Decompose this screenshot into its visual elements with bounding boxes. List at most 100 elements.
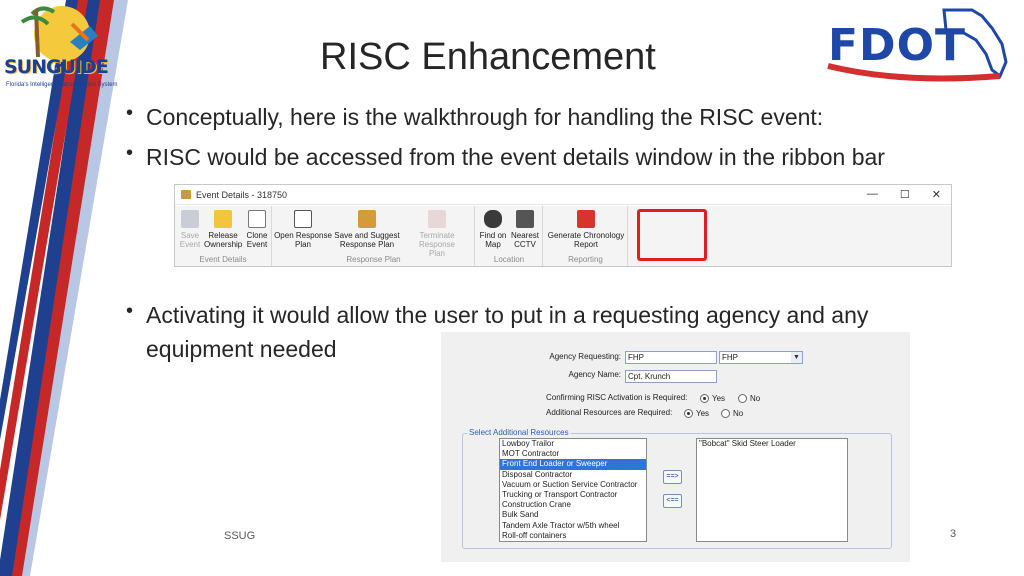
binoculars-icon <box>484 210 502 228</box>
group-label: Response Plan <box>346 255 401 264</box>
button-label: Map <box>485 240 501 249</box>
save-event-button[interactable]: Save Event <box>178 210 202 249</box>
additional-no-radio[interactable] <box>721 409 730 418</box>
list-item[interactable]: Bulk Sand <box>500 510 646 520</box>
list-item[interactable]: Roll-off containers <box>500 531 646 541</box>
list-item[interactable]: Trucking or Transport Contractor <box>500 490 646 500</box>
list-item[interactable]: Vacuum or Suction Service Contractor <box>500 480 646 490</box>
bullet-dot-icon: • <box>126 300 134 322</box>
add-resource-button[interactable]: ==> <box>663 470 682 484</box>
additional-no-label: No <box>733 409 744 418</box>
group-label: Location <box>493 255 525 264</box>
select-value: FHP <box>722 353 738 362</box>
terminate-response-plan-button[interactable]: Terminate Response Plan <box>401 210 473 258</box>
minimize-icon[interactable]: — <box>867 188 878 201</box>
agency-requesting-field[interactable]: FHP <box>625 351 717 364</box>
generate-chronology-report-button[interactable]: Generate Chronology Report <box>546 210 626 249</box>
additional-yes-radio[interactable] <box>684 409 693 418</box>
selected-resources-list[interactable]: "Bobcat" Skid Steer Loader <box>696 438 848 542</box>
list-item[interactable]: "Bobcat" Skid Steer Loader <box>697 439 847 449</box>
nearest-cctv-button[interactable]: Nearest CCTV <box>510 210 540 249</box>
list-item[interactable]: Construction Crane <box>500 500 646 510</box>
button-label: Generate Chronology <box>547 231 625 240</box>
footer-text: SSUG <box>224 530 256 542</box>
button-label: Event <box>179 240 201 249</box>
confirm-no-radio[interactable] <box>738 394 747 403</box>
bullet-text: Conceptually, here is the walkthrough fo… <box>146 104 824 130</box>
save-suggest-response-plan-button[interactable]: Save and Suggest Response Plan <box>334 210 400 249</box>
button-label: Release <box>208 231 238 240</box>
sunguide-wordmark: SUNGUIDE <box>4 56 109 78</box>
find-on-map-button[interactable]: Find on Map <box>478 210 508 249</box>
fdot-wordmark: FDOT <box>828 20 966 71</box>
button-label: Ownership <box>204 240 243 249</box>
chevron-down-icon: ▼ <box>791 352 802 363</box>
page-number: 3 <box>950 528 957 540</box>
button-label: Plan <box>294 240 311 249</box>
button-label: Nearest <box>510 231 539 240</box>
button-label: Open Response <box>274 231 332 240</box>
list-icon <box>294 210 312 228</box>
button-label: CCTV <box>514 240 536 249</box>
clone-icon <box>248 210 266 228</box>
bullet-text: RISC would be accessed from the event de… <box>146 144 885 170</box>
available-resources-list[interactable]: Lowboy Trailor MOT Contractor Front End … <box>499 438 647 542</box>
camera-icon <box>516 210 534 228</box>
button-label: Response Plan <box>339 240 395 249</box>
event-details-window: Event Details - 318750 — ☐ ✕ Save Event … <box>174 184 952 267</box>
bullet-2: • RISC would be accessed from the event … <box>126 140 885 174</box>
app-icon <box>181 190 191 199</box>
save-icon <box>181 210 199 228</box>
ribbon-group-event-details: Save Event Release Ownership Clone Event… <box>175 206 272 266</box>
additional-yes-label: Yes <box>696 409 710 418</box>
button-label: Clone <box>246 231 268 240</box>
button-label: Terminate Response <box>418 231 456 249</box>
bullet-3: • Activating it would allow the user to … <box>126 298 868 332</box>
ribbon-group-response-plan: Open Response Plan Save and Suggest Resp… <box>273 206 475 266</box>
bullet-text: equipment needed <box>146 336 337 362</box>
confirm-no-label: No <box>750 394 761 403</box>
confirm-yes-radio[interactable] <box>700 394 709 403</box>
agency-requesting-select[interactable]: FHP ▼ <box>719 351 803 364</box>
list-item[interactable]: Lowboy Trailor <box>500 439 646 449</box>
group-label: Reporting <box>568 255 603 264</box>
sunguide-tagline: Florida's Intelligent Transportation Sys… <box>6 82 118 88</box>
close-icon[interactable]: ✕ <box>932 188 941 201</box>
bullet-text: Activating it would allow the user to pu… <box>146 302 869 328</box>
maximize-icon[interactable]: ☐ <box>900 188 910 201</box>
agency-requesting-label: Agency Requesting: <box>549 352 621 361</box>
additional-resources-label: Additional Resources are Required: <box>546 408 673 417</box>
bullet-dot-icon: • <box>126 142 134 164</box>
slide-title: RISC Enhancement <box>320 36 656 78</box>
pdf-icon <box>577 210 595 228</box>
bullet-1: • Conceptually, here is the walkthrough … <box>126 100 823 134</box>
button-label: Save <box>180 231 200 240</box>
open-response-plan-button[interactable]: Open Response Plan <box>274 210 332 249</box>
button-label: Save and Suggest <box>334 231 400 240</box>
bullet-dot-icon: • <box>126 102 134 124</box>
remove-resource-button[interactable]: <== <box>663 494 682 508</box>
ribbon-group-reporting: Generate Chronology Report Reporting <box>544 206 628 266</box>
bullet-3-continuation: equipment needed <box>146 332 337 366</box>
agency-name-label: Agency Name: <box>568 370 621 379</box>
confirm-risc-label: Confirming RISC Activation is Required: <box>546 393 688 402</box>
list-item[interactable]: Disposal Contractor <box>500 470 646 480</box>
sunguide-logo: SUNGUIDE Florida's Intelligent Transport… <box>2 2 120 100</box>
tools-icon <box>358 210 376 228</box>
list-item-selected[interactable]: Front End Loader or Sweeper <box>500 459 646 470</box>
risc-placeholder-highlight <box>637 209 707 261</box>
group-label: Event Details <box>199 255 247 264</box>
ribbon-group-location: Find on Map Nearest CCTV Location <box>476 206 543 266</box>
list-item[interactable]: Tandem Axle Tractor w/5th wheel <box>500 521 646 531</box>
list-item[interactable]: MOT Contractor <box>500 449 646 459</box>
button-label: Event <box>246 240 268 249</box>
terminate-icon <box>428 210 446 228</box>
clone-event-button[interactable]: Clone Event <box>244 210 270 249</box>
resources-legend: Select Additional Resources <box>467 428 571 437</box>
button-label: Report <box>573 240 598 249</box>
window-title: Event Details - 318750 <box>196 189 288 200</box>
risc-dialog: Agency Requesting: FHP FHP ▼ Agency Name… <box>441 332 910 562</box>
agency-name-field[interactable]: Cpt. Krunch <box>625 370 717 383</box>
confirm-yes-label: Yes <box>712 394 726 403</box>
release-ownership-button[interactable]: Release Ownership <box>204 210 242 249</box>
